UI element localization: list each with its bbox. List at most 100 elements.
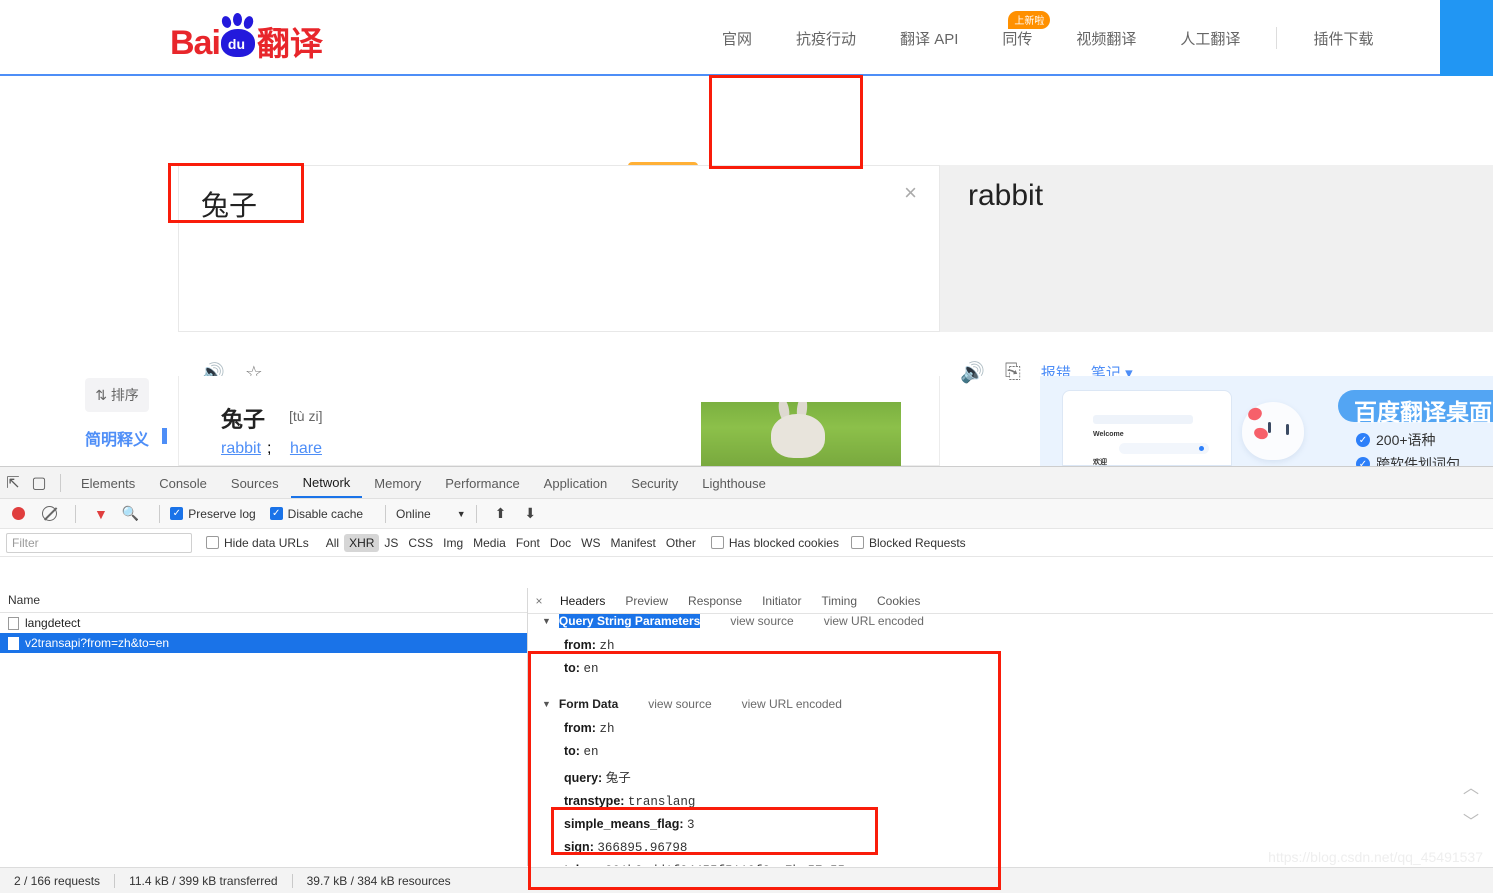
nav-item-guanwang[interactable]: 官网 <box>700 28 774 49</box>
query-view-source-link[interactable]: view source <box>730 614 793 628</box>
filter-type-media[interactable]: Media <box>468 534 511 552</box>
filter-type-js[interactable]: JS <box>379 534 403 552</box>
request-row-langdetect[interactable]: langdetect <box>0 613 527 633</box>
preserve-log-label: Preserve log <box>188 506 256 521</box>
inspect-element-icon[interactable]: ⇱ <box>0 470 26 496</box>
source-text: 兔子 <box>201 190 258 221</box>
preserve-log-toggle[interactable]: ✓ Preserve log <box>170 506 256 521</box>
nav-item-chajianxiazai[interactable]: 插件下载 <box>1291 28 1395 49</box>
tab-memory[interactable]: Memory <box>362 469 433 497</box>
tab-elements[interactable]: Elements <box>69 469 147 497</box>
request-row-v2transapi[interactable]: v2transapi?from=zh&to=en <box>0 633 527 653</box>
chevron-down-icon: ▼ <box>542 699 551 709</box>
close-icon[interactable]: × <box>528 594 550 608</box>
check-icon: ✓ <box>1356 433 1370 447</box>
check-icon: ✓ <box>1356 457 1370 466</box>
document-icon <box>8 636 19 650</box>
hide-data-urls-toggle[interactable]: ✓ Hide data URLs <box>206 536 309 550</box>
baidu-fanyi-logo[interactable]: Bai du 翻译 <box>170 13 323 62</box>
ad-feature-2: ✓ 跨软件划词句 <box>1356 454 1460 466</box>
filter-type-xhr[interactable]: XHR <box>344 533 380 552</box>
chevron-down-icon[interactable]: ﹀ <box>1463 808 1479 832</box>
param-value: zh <box>599 722 615 736</box>
blocked-requests-toggle[interactable]: ✓ Blocked Requests <box>850 536 966 550</box>
status-requests: 2 / 166 requests <box>14 873 101 888</box>
sort-button[interactable]: ⇅ 排序 <box>85 378 149 412</box>
tab-application[interactable]: Application <box>532 469 620 497</box>
logo-bai-text: Bai <box>170 24 221 62</box>
ad-device-welcome: Welcome <box>1093 431 1124 438</box>
dictionary-tab-simple[interactable]: 简明释义 <box>85 426 167 450</box>
param-value: en <box>583 745 599 759</box>
form-param-simple-means-flag: simple_means_flag: 3 <box>538 813 1493 836</box>
download-icon[interactable]: ⬇ <box>524 505 536 522</box>
nav-item-rengongfanyi[interactable]: 人工翻译 <box>1158 28 1262 49</box>
definition-rabbit[interactable]: rabbit <box>221 440 261 457</box>
filter-input[interactable] <box>6 532 192 553</box>
has-blocked-cookies-toggle[interactable]: ✓ Has blocked cookies <box>710 536 839 550</box>
filter-type-css[interactable]: CSS <box>403 534 438 552</box>
nav-item-shipinfanyi[interactable]: 视频翻译 <box>1054 28 1158 49</box>
disable-cache-toggle[interactable]: ✓ Disable cache <box>269 507 363 521</box>
devtools-panel: ⇱ ▢ Elements Console Sources Network Mem… <box>0 466 1493 893</box>
copy-icon[interactable]: ⎘ <box>1005 361 1021 384</box>
form-view-url-encoded-link[interactable]: view URL encoded <box>742 697 842 711</box>
ad-bunny-mascot <box>1242 402 1304 460</box>
filter-type-all[interactable]: All <box>321 534 344 552</box>
filter-type-manifest[interactable]: Manifest <box>606 534 661 552</box>
speaker-icon[interactable]: 🔊 <box>960 360 985 385</box>
source-text-panel[interactable]: 兔子 × <box>178 165 940 332</box>
param-key: from: <box>564 638 596 652</box>
param-key: transtype: <box>564 794 625 808</box>
form-param-query: query: 兔子 <box>538 763 1493 790</box>
throttling-label: Online <box>396 506 431 521</box>
definition-hare[interactable]: hare <box>290 440 322 457</box>
clear-icon[interactable] <box>42 506 57 521</box>
filter-type-doc[interactable]: Doc <box>545 534 576 552</box>
query-view-url-encoded-link[interactable]: view URL encoded <box>824 614 924 628</box>
toolbar-divider <box>75 504 76 523</box>
filter-icon[interactable]: ▼ <box>94 506 108 522</box>
tab-lighthouse[interactable]: Lighthouse <box>690 469 778 497</box>
search-icon[interactable]: 🔍 <box>122 505 139 522</box>
record-icon[interactable] <box>12 507 25 520</box>
baidu-translate-page: Bai du 翻译 官网 抗疫行动 翻译 API 同传 上新啦 视频翻译 人工翻… <box>0 0 1493 466</box>
tab-network[interactable]: Network <box>290 468 363 498</box>
network-filterbar: ✓ Hide data URLs All XHR JS CSS Img Medi… <box>0 529 1493 557</box>
tab-performance[interactable]: Performance <box>433 469 531 497</box>
ad-device-input <box>1119 443 1209 454</box>
nav-item-tongchuan[interactable]: 同传 上新啦 <box>980 10 1054 49</box>
dictionary-tab-label: 简明释义 <box>85 432 150 449</box>
nav-item-fanyi-api[interactable]: 翻译 API <box>878 28 980 49</box>
checkbox-icon: ✓ <box>850 536 864 549</box>
desktop-app-ad[interactable]: Welcome 欢迎 百度翻译桌面 ✓ 200+语种 ✓ 跨软件划词句 <box>1040 376 1493 466</box>
filter-type-other[interactable]: Other <box>661 534 701 552</box>
chevron-up-icon[interactable]: ︿ <box>1463 774 1479 798</box>
filter-type-img[interactable]: Img <box>438 534 468 552</box>
query-string-section-header[interactable]: ▼ Query String Parameters view source vi… <box>538 608 1493 634</box>
status-transferred: 11.4 kB / 399 kB transferred <box>129 873 278 888</box>
form-param-from: from: zh <box>538 717 1493 740</box>
tab-console[interactable]: Console <box>147 469 219 497</box>
top-right-blue-block[interactable] <box>1440 0 1493 76</box>
clear-icon[interactable]: × <box>904 182 917 204</box>
form-data-section-header[interactable]: ▼ Form Data view source view URL encoded <box>538 691 1493 717</box>
upload-icon[interactable]: ⬆ <box>495 505 507 522</box>
ad-title: 百度翻译桌面 <box>1338 390 1493 425</box>
tab-sources[interactable]: Sources <box>219 469 291 497</box>
tab-security[interactable]: Security <box>619 469 690 497</box>
throttling-select[interactable]: Online ▼ <box>396 507 466 521</box>
ad-feature-1-label: 200+语种 <box>1376 432 1436 448</box>
detail-scroll-arrows[interactable]: ︿ ﹀ <box>1463 774 1479 832</box>
filter-type-font[interactable]: Font <box>511 534 545 552</box>
filter-type-ws[interactable]: WS <box>576 534 605 552</box>
toolbar-divider <box>60 473 61 492</box>
logo-du-text: du <box>227 36 246 52</box>
param-value: 801b2edd1f24455f5110f3ca7bc57e55 <box>605 864 845 866</box>
device-toolbar-icon[interactable]: ▢ <box>26 470 52 496</box>
ad-feature-2-label: 跨软件划词句 <box>1376 456 1460 466</box>
param-value: en <box>583 662 599 676</box>
site-header: Bai du 翻译 官网 抗疫行动 翻译 API 同传 上新啦 视频翻译 人工翻… <box>0 0 1493 76</box>
form-view-source-link[interactable]: view source <box>648 697 711 711</box>
nav-item-kangyixingdong[interactable]: 抗疫行动 <box>774 28 878 49</box>
